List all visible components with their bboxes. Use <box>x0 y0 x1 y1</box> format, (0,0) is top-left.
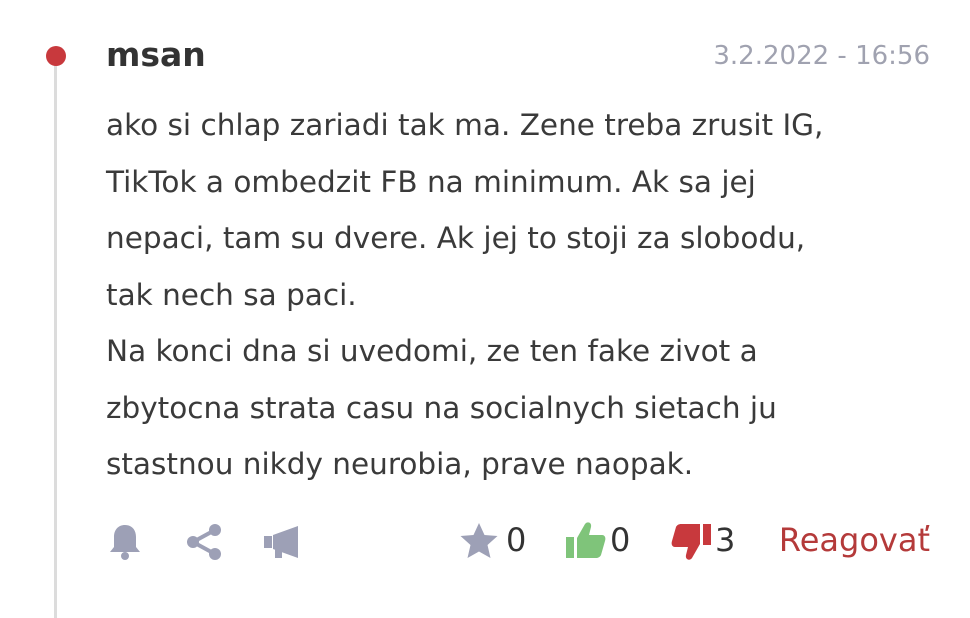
thumbs-down-icon[interactable] <box>670 522 712 562</box>
star-count: 0 <box>506 521 527 559</box>
bell-icon[interactable] <box>106 522 144 562</box>
comment-line: nepaci, tam su dvere. Ak jej to stoji za… <box>106 221 806 255</box>
like-count: 0 <box>610 521 631 559</box>
comment-timestamp: 3.2.2022 - 16:56 <box>713 41 930 71</box>
dislike-count: 3 <box>715 521 736 559</box>
comment-line: stastnou nikdy neurobia, prave naopak. <box>106 447 694 481</box>
comment-line: tak nech sa paci. <box>106 277 357 312</box>
megaphone-icon[interactable] <box>262 524 302 560</box>
unread-dot <box>46 46 66 66</box>
comment-line: zbytocna strata casu na socialnych sieta… <box>106 390 777 425</box>
reply-button[interactable]: Reagovať <box>779 510 930 570</box>
comment-actions: 0 0 3 Reagovať <box>0 510 970 570</box>
star-icon[interactable] <box>459 522 499 560</box>
share-icon[interactable] <box>184 522 224 562</box>
comment-body: ako si chlap zariadi tak ma. Zene treba … <box>106 97 946 493</box>
comment-line: ako si chlap zariadi tak ma. Zene treba … <box>106 108 824 142</box>
comment-line: Na konci dna si uvedomi, ze ten fake ziv… <box>106 334 758 368</box>
thumbs-up-icon[interactable] <box>565 520 607 560</box>
comment-author[interactable]: msan <box>106 30 206 80</box>
comment-line: TikTok a ombedzit FB na minimum. Ak sa j… <box>106 164 756 199</box>
